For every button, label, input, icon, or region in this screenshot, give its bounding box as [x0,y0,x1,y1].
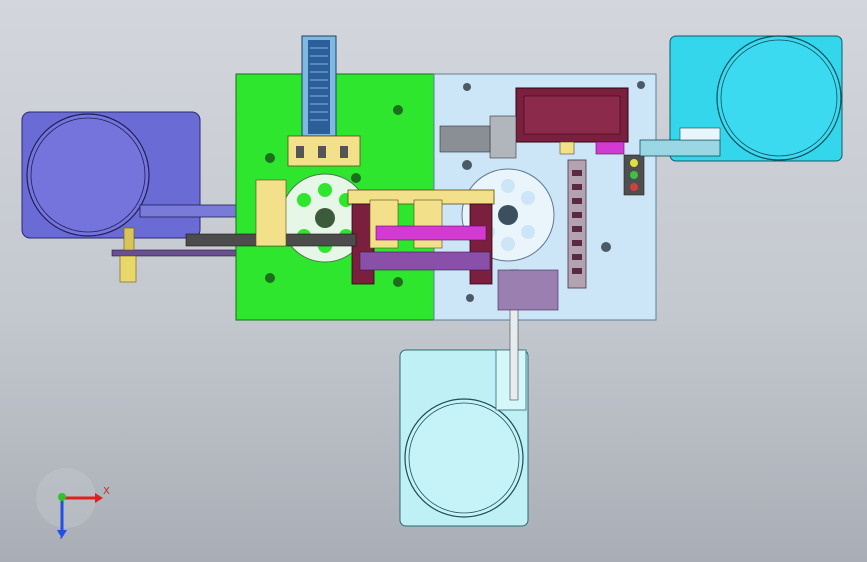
left-vibratory-feeder[interactable] [21,111,246,283]
cad-viewport[interactable]: X Y [0,0,867,562]
x-axis-label: X [103,486,110,497]
coordinate-triad-icon [36,468,103,538]
top-right-vibratory-feeder[interactable] [639,35,843,162]
assembly-drawing [21,35,843,538]
y-axis-label: Y [58,531,65,542]
